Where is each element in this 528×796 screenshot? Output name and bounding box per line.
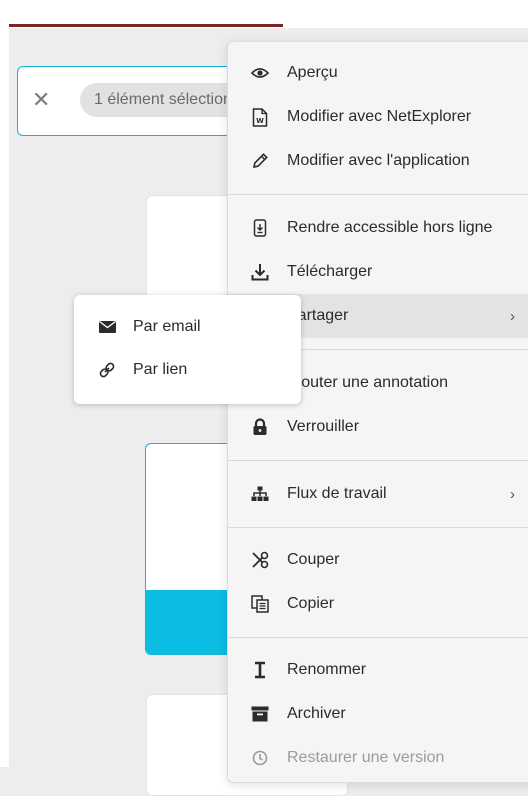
- menu-item-modifier-application[interactable]: Modifier avec l'application: [228, 139, 528, 183]
- menu-item-archiver[interactable]: Archiver: [228, 692, 528, 736]
- menu-item-label: Rendre accessible hors ligne: [287, 219, 493, 236]
- menu-item-label: Modifier avec l'application: [287, 152, 470, 169]
- menu-item-couper[interactable]: Couper: [228, 538, 528, 582]
- word-document-icon: W: [248, 107, 272, 127]
- offline-device-icon: [248, 218, 272, 238]
- menu-item-label: Verrouiller: [287, 418, 360, 435]
- menu-item-modifier-netexplorer[interactable]: W Modifier avec NetExplorer: [228, 95, 528, 139]
- chevron-right-icon: ›: [510, 307, 515, 325]
- submenu-item-par-email[interactable]: Par email: [74, 307, 301, 347]
- archive-icon: [248, 704, 272, 724]
- menu-item-label: Aperçu: [287, 64, 338, 81]
- menu-item-flux-travail[interactable]: Flux de travail ›: [228, 472, 528, 516]
- menu-divider: [228, 527, 528, 528]
- menu-item-label: Flux de travail: [287, 485, 387, 502]
- scissors-icon: [248, 550, 272, 570]
- chevron-right-icon: ›: [510, 485, 515, 503]
- link-icon: [97, 360, 117, 380]
- menu-divider: [228, 194, 528, 195]
- svg-text:W: W: [256, 117, 264, 125]
- history-icon: [248, 748, 272, 768]
- menu-item-verrouiller[interactable]: Verrouiller: [228, 405, 528, 449]
- menu-divider: [228, 460, 528, 461]
- context-menu: Aperçu W Modifier avec NetExplorer Modif…: [227, 41, 528, 783]
- envelope-icon: [97, 317, 117, 337]
- menu-item-label: Modifier avec NetExplorer: [287, 108, 472, 125]
- menu-item-label: Copier: [287, 595, 335, 612]
- share-submenu: Par email Par lien: [74, 295, 301, 404]
- menu-item-label: Restaurer une version: [287, 749, 445, 766]
- menu-item-copier[interactable]: Copier: [228, 582, 528, 626]
- menu-item-hors-ligne[interactable]: Rendre accessible hors ligne: [228, 206, 528, 250]
- submenu-item-label: Par lien: [133, 361, 188, 378]
- menu-item-label: Télécharger: [287, 263, 373, 280]
- rename-icon: [248, 660, 272, 680]
- menu-divider: [228, 637, 528, 638]
- active-tab-indicator: [9, 24, 283, 27]
- menu-item-label: Archiver: [287, 705, 346, 722]
- menu-item-label: Couper: [287, 551, 340, 568]
- lock-icon: [248, 417, 272, 437]
- eye-icon: [248, 63, 272, 83]
- submenu-item-par-lien[interactable]: Par lien: [74, 350, 301, 390]
- left-edge: [0, 28, 9, 767]
- menu-item-renommer[interactable]: Renommer: [228, 648, 528, 692]
- workflow-icon: [248, 484, 272, 504]
- download-icon: [248, 262, 272, 282]
- menu-item-apercu[interactable]: Aperçu: [228, 51, 528, 95]
- menu-item-label: Renommer: [287, 661, 367, 678]
- close-icon[interactable]: ✕: [32, 89, 50, 111]
- copy-icon: [248, 594, 272, 614]
- submenu-item-label: Par email: [133, 318, 201, 335]
- menu-item-label: Ajouter une annotation: [287, 374, 449, 391]
- menu-item-restaurer-version[interactable]: Restaurer une version: [228, 736, 528, 780]
- pencil-icon: [248, 151, 272, 171]
- menu-item-telecharger[interactable]: Télécharger: [228, 250, 528, 294]
